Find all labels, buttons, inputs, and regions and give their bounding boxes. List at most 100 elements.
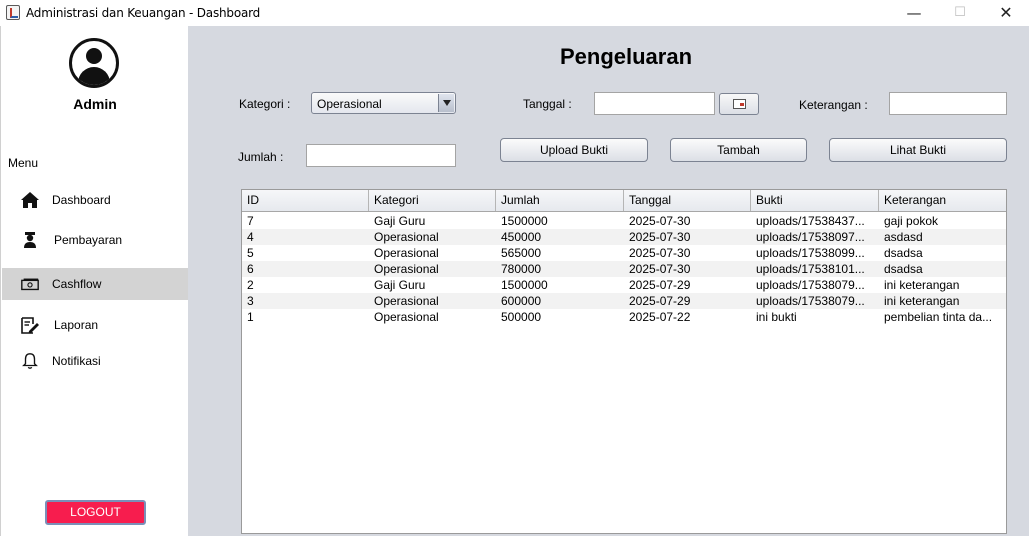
student-icon — [24, 232, 36, 248]
date-picker-button[interactable] — [719, 93, 759, 115]
table-cell[interactable]: 6 — [242, 261, 369, 277]
table-cell[interactable]: 2025-07-30 — [624, 261, 751, 277]
sidebar-item-pembayaran[interactable]: Pembayaran — [2, 224, 188, 256]
table-row[interactable]: 7 Gaji Guru 1500000 2025-07-30 uploads/17538… — [242, 213, 1006, 229]
window-title: Administrasi dan Keuangan - Dashboard — [26, 6, 261, 20]
tambah-button[interactable]: Tambah — [670, 138, 807, 162]
table-cell[interactable]: 500000 — [496, 309, 624, 325]
table-cell[interactable]: uploads/17538079... — [751, 293, 879, 309]
table-row[interactable]: 3 Operasional 600000 2025-07-29 uploads/1753… — [242, 293, 1006, 309]
column-header-kategori[interactable]: Kategori — [369, 190, 496, 211]
sidebar: Admin Menu Dashboard Pembayaran Cashflow — [0, 26, 188, 536]
calendar-icon — [733, 99, 746, 109]
user-name: Admin — [73, 96, 117, 112]
bell-icon — [22, 353, 38, 369]
jumlah-label: Jumlah : — [238, 150, 284, 164]
main-panel: Pengeluaran Kategori : Operasional Tangg… — [188, 26, 1029, 536]
table-row[interactable]: 4 Operasional 450000 2025-07-30 uploads/1753… — [242, 229, 1006, 245]
table-cell[interactable]: uploads/17538079... — [751, 277, 879, 293]
table-cell[interactable]: 2025-07-29 — [624, 277, 751, 293]
table-cell[interactable]: pembelian tinta da... — [879, 309, 1006, 325]
sidebar-item-label: Pembayaran — [54, 233, 123, 247]
logout-button[interactable]: LOGOUT — [45, 500, 146, 525]
table-cell[interactable]: 780000 — [496, 261, 624, 277]
table-header: ID Kategori Jumlah Tanggal Bukti Keteran… — [242, 190, 1006, 212]
column-header-jumlah[interactable]: Jumlah — [496, 190, 624, 211]
tanggal-field[interactable] — [594, 92, 715, 115]
money-icon — [21, 278, 39, 291]
pengeluaran-table[interactable]: ID Kategori Jumlah Tanggal Bukti Keteran… — [241, 189, 1007, 534]
keterangan-label: Keterangan : — [799, 98, 868, 112]
table-cell[interactable]: Gaji Guru — [369, 213, 496, 229]
table-cell[interactable]: ini keterangan — [879, 277, 1006, 293]
table-cell[interactable]: Operasional — [369, 309, 496, 325]
column-header-bukti[interactable]: Bukti — [751, 190, 879, 211]
table-cell[interactable]: Operasional — [369, 261, 496, 277]
table-cell[interactable]: 2025-07-22 — [624, 309, 751, 325]
table-cell[interactable]: ini bukti — [751, 309, 879, 325]
table-cell[interactable]: 2025-07-30 — [624, 213, 751, 229]
table-cell[interactable]: 1500000 — [496, 277, 624, 293]
table-cell[interactable]: asdasd — [879, 229, 1006, 245]
kategori-label: Kategori : — [239, 97, 291, 111]
table-cell[interactable]: uploads/17538099... — [751, 245, 879, 261]
maximize-button[interactable]: ☐ — [937, 0, 983, 26]
column-header-keterangan[interactable]: Keterangan — [879, 190, 1006, 211]
table-cell[interactable]: dsadsa — [879, 261, 1006, 277]
table-cell[interactable]: 1 — [242, 309, 369, 325]
lihat-bukti-button[interactable]: Lihat Bukti — [829, 138, 1007, 162]
kategori-select[interactable]: Operasional — [311, 92, 456, 114]
table-cell[interactable]: 5 — [242, 245, 369, 261]
jumlah-field[interactable] — [306, 144, 456, 167]
title-bar: Administrasi dan Keuangan - Dashboard — … — [0, 0, 1029, 26]
sidebar-item-label: Cashflow — [52, 277, 102, 291]
minimize-button[interactable]: — — [891, 0, 937, 26]
table-cell[interactable]: 7 — [242, 213, 369, 229]
column-header-tanggal[interactable]: Tanggal — [624, 190, 751, 211]
table-cell[interactable]: Gaji Guru — [369, 277, 496, 293]
table-cell[interactable]: 1500000 — [496, 213, 624, 229]
table-row[interactable]: 2 Gaji Guru 1500000 2025-07-29 uploads/17538… — [242, 277, 1006, 293]
sidebar-item-label: Laporan — [54, 318, 99, 332]
table-cell[interactable]: 3 — [242, 293, 369, 309]
table-cell[interactable]: 600000 — [496, 293, 624, 309]
table-cell[interactable]: 2025-07-29 — [624, 293, 751, 309]
java-app-icon — [6, 5, 20, 20]
table-cell[interactable]: gaji pokok — [879, 213, 1006, 229]
table-row[interactable]: 6 Operasional 780000 2025-07-30 uploads/1753… — [242, 261, 1006, 277]
tanggal-label: Tanggal : — [523, 97, 572, 111]
table-cell[interactable]: Operasional — [369, 245, 496, 261]
chevron-down-icon[interactable] — [438, 94, 454, 112]
table-cell[interactable]: Operasional — [369, 293, 496, 309]
table-cell[interactable]: uploads/17538437... — [751, 213, 879, 229]
table-cell[interactable]: 4 — [242, 229, 369, 245]
sidebar-item-dashboard[interactable]: Dashboard — [2, 184, 188, 216]
kategori-selected-value: Operasional — [317, 97, 382, 111]
table-cell[interactable]: 2025-07-30 — [624, 245, 751, 261]
user-avatar-icon — [69, 38, 119, 88]
edit-report-icon — [21, 317, 39, 334]
table-cell[interactable]: ini keterangan — [879, 293, 1006, 309]
table-cell[interactable]: uploads/17538097... — [751, 229, 879, 245]
column-header-id[interactable]: ID — [242, 190, 369, 211]
upload-bukti-button[interactable]: Upload Bukti — [500, 138, 648, 162]
table-cell[interactable]: 2 — [242, 277, 369, 293]
table-cell[interactable]: 450000 — [496, 229, 624, 245]
close-button[interactable]: ✕ — [983, 0, 1029, 26]
table-cell[interactable]: Operasional — [369, 229, 496, 245]
menu-heading: Menu — [8, 156, 39, 170]
table-cell[interactable]: dsadsa — [879, 245, 1006, 261]
table-cell[interactable]: 565000 — [496, 245, 624, 261]
sidebar-item-laporan[interactable]: Laporan — [2, 309, 188, 341]
table-row[interactable]: 5 Operasional 565000 2025-07-30 uploads/1753… — [242, 245, 1006, 261]
page-title: Pengeluaran — [559, 44, 693, 69]
sidebar-item-notifikasi[interactable]: Notifikasi — [2, 345, 188, 377]
sidebar-item-label: Notifikasi — [52, 354, 101, 368]
home-icon — [21, 192, 39, 208]
keterangan-field[interactable] — [889, 92, 1007, 115]
table-cell[interactable]: uploads/17538101... — [751, 261, 879, 277]
sidebar-item-label: Dashboard — [52, 193, 111, 207]
sidebar-item-cashflow[interactable]: Cashflow — [2, 268, 188, 300]
table-row[interactable]: 1 Operasional 500000 2025-07-22 ini bukti pem… — [242, 309, 1006, 325]
table-cell[interactable]: 2025-07-30 — [624, 229, 751, 245]
